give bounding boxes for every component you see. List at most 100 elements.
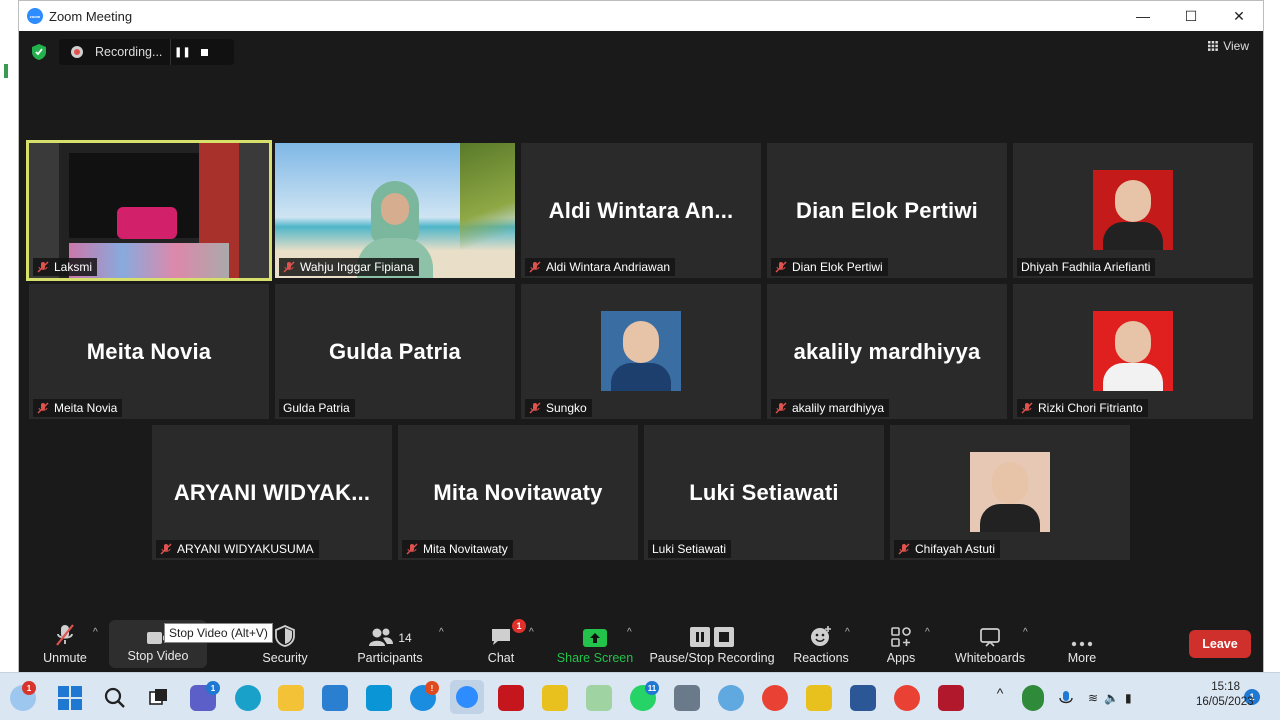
participants-label: Participants (357, 651, 423, 665)
pause-stop-recording-button[interactable]: Pause/Stop Recording (649, 613, 775, 673)
participant-tile[interactable]: Laksmi (26, 140, 272, 281)
unmute-label: Unmute (43, 651, 87, 665)
chat-unread-badge: 1 (512, 619, 526, 633)
participant-name: Wahju Inggar Fipiana (300, 260, 414, 274)
share-screen-button[interactable]: Share Screen (555, 613, 635, 673)
zoom-window: zoom Zoom Meeting — ☐ ✕ Recording... ❚❚ … (18, 0, 1264, 673)
participant-tile[interactable]: akalily mardhiyya akalily mardhiyya (767, 284, 1007, 419)
more-button[interactable]: More (1059, 613, 1105, 673)
calculator-icon[interactable] (674, 685, 700, 711)
view-label: View (1223, 39, 1249, 53)
chrome-icon[interactable] (762, 685, 788, 711)
system-tray-icons[interactable]: ≋ 🔈 ▮ (1088, 685, 1148, 711)
muted-mic-icon (529, 261, 541, 273)
participant-name-label: Rizki Chori Fitrianto (1017, 399, 1148, 417)
participant-name: akalily mardhiyya (792, 401, 885, 415)
participant-tile[interactable]: Dian Elok Pertiwi Dian Elok Pertiwi (767, 143, 1007, 278)
share-screen-label: Share Screen (556, 651, 634, 665)
word-icon[interactable] (850, 685, 876, 711)
microphone-tray-icon[interactable] (1056, 685, 1076, 711)
windows-start-icon[interactable] (57, 685, 83, 711)
participant-tile[interactable]: Sungko (521, 284, 761, 419)
myhp-icon[interactable] (366, 685, 392, 711)
edge-browser-icon[interactable] (235, 685, 261, 711)
chat-bubble-icon (492, 629, 510, 645)
participant-tile[interactable]: Mita Novitawaty Mita Novitawaty (398, 425, 638, 560)
leave-button[interactable]: Leave (1189, 630, 1251, 658)
participant-name-label: Mita Novitawaty (402, 540, 513, 558)
reactions-button[interactable]: Reactions (791, 613, 851, 673)
more-label: More (1067, 651, 1097, 665)
show-hidden-icons-icon[interactable]: ^ (990, 685, 1010, 711)
zoom-taskbar-icon[interactable] (450, 680, 484, 714)
app-yellow2-icon[interactable] (806, 685, 832, 711)
reactions-caret-icon[interactable]: ^ (845, 627, 850, 638)
whatsapp-badge: 11 (645, 681, 659, 695)
muted-mic-icon (283, 261, 295, 273)
whiteboards-button[interactable]: Whiteboards (949, 613, 1031, 673)
close-button[interactable]: ✕ (1215, 1, 1263, 31)
view-button[interactable]: View (1208, 39, 1249, 53)
participant-name: ARYANI WIDYAKUSUMA (177, 542, 314, 556)
mcafee-icon[interactable] (498, 685, 524, 711)
pause-recording-icon[interactable]: ❚❚ (171, 39, 193, 65)
participant-photo (1093, 170, 1173, 250)
muted-mic-icon (406, 543, 418, 555)
microsoft-store-icon[interactable] (322, 685, 348, 711)
participant-tile[interactable]: ARYANI WIDYAK... ARYANI WIDYAKUSUMA (152, 425, 392, 560)
participants-caret-icon[interactable]: ^ (439, 627, 444, 638)
participant-name: Luki Setiawati (652, 542, 727, 556)
chrome-profile-icon[interactable] (894, 685, 920, 711)
reactions-smiley-icon (811, 626, 831, 646)
share-caret-icon[interactable]: ^ (627, 627, 632, 638)
encryption-shield-icon[interactable] (31, 43, 47, 61)
apps-button[interactable]: Apps (881, 613, 921, 673)
participant-photo (970, 452, 1050, 532)
app-yellow-icon[interactable] (542, 685, 568, 711)
stop-recording-icon[interactable] (193, 39, 215, 65)
participant-name: Aldi Wintara Andriawan (546, 260, 671, 274)
zoom-logo-icon: zoom (27, 8, 43, 24)
app-alert-badge: ! (425, 681, 439, 695)
background-window-strip-right (1264, 0, 1280, 672)
participant-tile[interactable]: Aldi Wintara An... Aldi Wintara Andriawan (521, 143, 761, 278)
security-button[interactable]: Security (259, 613, 311, 673)
chat-button[interactable]: 1 Chat (481, 613, 526, 673)
participant-tile[interactable]: Rizki Chori Fitrianto (1013, 284, 1253, 419)
chat-caret-icon[interactable]: ^ (529, 627, 534, 638)
weather-badge: 1 (22, 681, 36, 695)
app-globe-icon[interactable] (718, 685, 744, 711)
task-view-icon[interactable] (146, 685, 172, 711)
apps-caret-icon[interactable]: ^ (925, 627, 930, 638)
participant-tile[interactable]: Wahju Inggar Fipiana (275, 143, 515, 278)
minimize-button[interactable]: — (1119, 1, 1167, 31)
recording-indicator: Recording... ❚❚ (59, 39, 234, 65)
app-green-icon[interactable] (586, 685, 612, 711)
participant-name-label: Meita Novia (33, 399, 123, 417)
participant-tile[interactable]: Meita Novia Meita Novia (29, 284, 269, 419)
muted-mic-icon (37, 402, 49, 414)
maximize-button[interactable]: ☐ (1167, 1, 1215, 31)
participant-tile[interactable]: Dhiyah Fadhila Ariefianti (1013, 143, 1253, 278)
sync-icon[interactable] (1022, 685, 1044, 711)
meeting-toolbar: Unmute ^ Stop Video Security 14 Particip… (19, 613, 1263, 673)
participant-name-label: Chifayah Astuti (894, 540, 1001, 558)
participant-name-label: Aldi Wintara Andriawan (525, 258, 676, 276)
wifi-icon: ≋ (1088, 691, 1099, 705)
taskbar-clock[interactable]: 15:18 16/05/2023 (1196, 680, 1254, 710)
whiteboards-caret-icon[interactable]: ^ (1023, 627, 1028, 638)
stop-video-label: Stop Video (127, 649, 189, 663)
app-red-icon[interactable] (938, 685, 964, 711)
pause-icon (690, 627, 710, 647)
participants-button[interactable]: 14 Participants (355, 613, 425, 673)
unmute-button[interactable]: Unmute (39, 613, 91, 673)
participant-tile[interactable]: Luki Setiawati Luki Setiawati (644, 425, 884, 560)
search-icon[interactable] (102, 685, 128, 711)
apps-label: Apps (886, 651, 916, 665)
participant-tile[interactable]: Chifayah Astuti (890, 425, 1130, 560)
audio-options-caret-icon[interactable]: ^ (93, 627, 98, 638)
participant-name-label: Wahju Inggar Fipiana (279, 258, 419, 276)
file-explorer-icon[interactable] (278, 685, 304, 711)
participant-name-label: Dhiyah Fadhila Ariefianti (1017, 258, 1156, 276)
participant-tile[interactable]: Gulda Patria Gulda Patria (275, 284, 515, 419)
